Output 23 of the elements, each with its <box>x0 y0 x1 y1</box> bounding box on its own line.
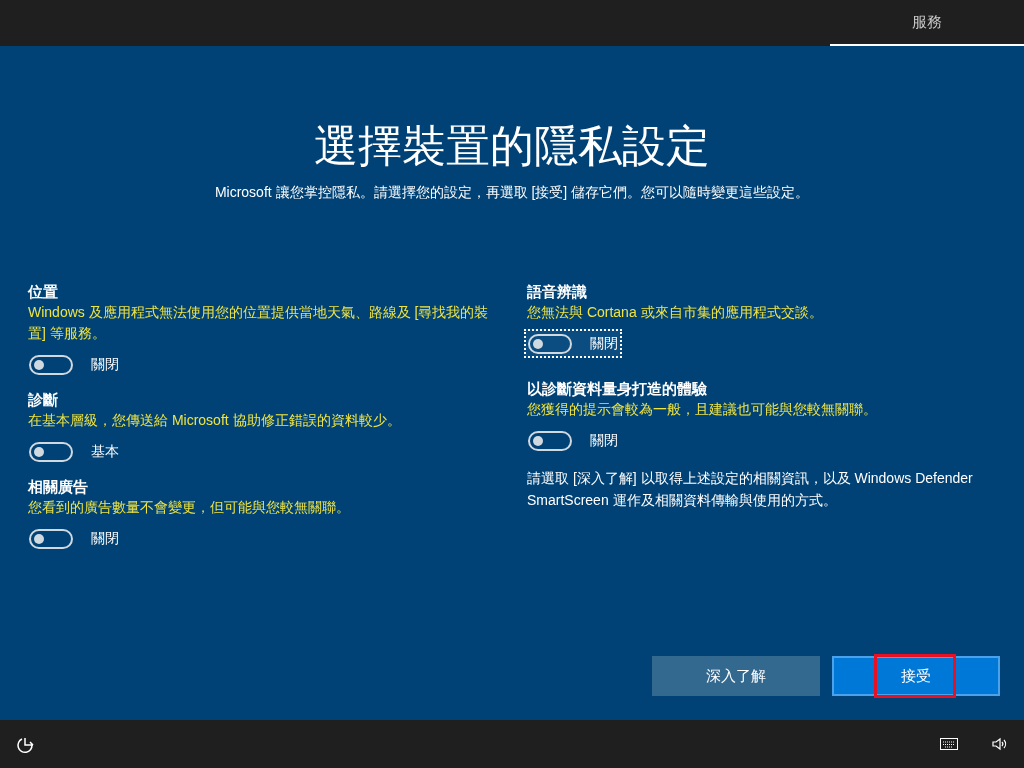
setting-title: 相關廣告 <box>28 477 89 497</box>
toggle-switch[interactable]: 關閉 <box>25 524 123 553</box>
page-subtitle: Microsoft 讓您掌控隱私。請選擇您的設定，再選取 [接受] 儲存它們。您可以隨時變更這些設定。 <box>213 183 811 202</box>
page-title: 選擇裝置的隱私設定 <box>313 120 711 172</box>
setting-description: 您無法與 Cortana 或來自市集的應用程式交談。 <box>527 303 824 322</box>
tab[interactable]: 服務 <box>830 0 1024 46</box>
setting-title: 位置 <box>28 282 59 302</box>
speaker-icon[interactable] <box>992 737 1008 751</box>
toggle-switch[interactable]: 關閉 <box>524 426 622 455</box>
setting-title: 以診斷資料量身打造的體驗 <box>527 379 708 399</box>
setting-description: 在基本層級，您傳送給 Microsoft 協助修正錯誤的資料較少。 <box>28 411 402 430</box>
setting-title: 診斷 <box>28 390 59 410</box>
toggle-switch[interactable]: 關閉 <box>25 350 123 379</box>
setting-title: 語音辨識 <box>527 282 588 302</box>
learn-more-button[interactable]: 深入了解 <box>652 656 820 696</box>
keyboard-icon[interactable] <box>940 738 958 750</box>
toggle-switch[interactable]: 基本 <box>25 437 123 466</box>
setting-description: Windows 及應用程式無法使用您的位置提供當地天氣、路線及 [尋找我的裝置] 等服務。 <box>28 303 490 343</box>
accept-button[interactable]: 接受 <box>832 656 1000 696</box>
setting-description: 您看到的廣告數量不會變更，但可能與您較無關聯。 <box>28 498 351 517</box>
setting-description: 您獲得的提示會較為一般，且建議也可能與您較無關聯。 <box>527 400 878 419</box>
info-text: 請選取 [深入了解] 以取得上述設定的相關資訊，以及 Windows Defender SmartScreen 運作及相關資料傳輸與使用的方式。 <box>527 469 974 510</box>
toggle-switch[interactable]: 關閉 <box>524 329 622 358</box>
